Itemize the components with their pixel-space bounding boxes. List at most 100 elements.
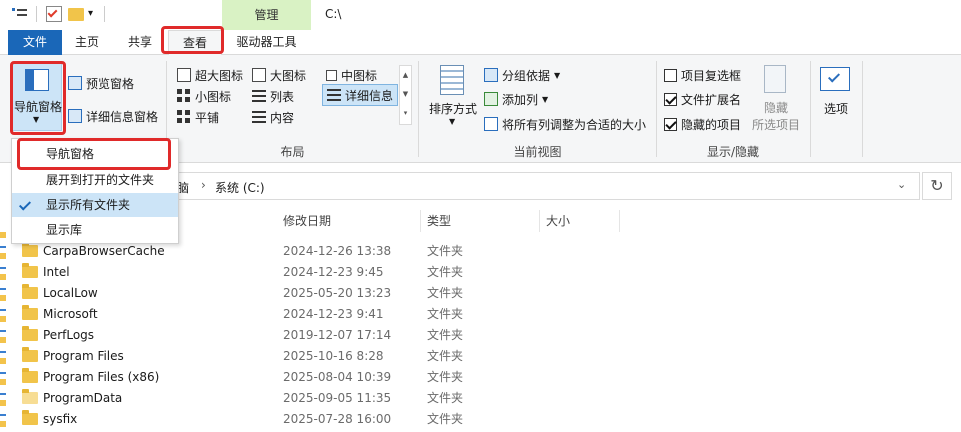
- layout-item-label: 内容: [270, 110, 295, 125]
- divider: [418, 61, 419, 157]
- layout-item-label: 小图标: [195, 89, 232, 104]
- column-header-size[interactable]: 大小: [540, 210, 620, 232]
- file-extensions-checkbox[interactable]: [664, 92, 677, 106]
- checklist-icon[interactable]: [46, 6, 62, 22]
- address-bar[interactable]: 脑 › 系统 (C:) ⌄: [170, 172, 920, 200]
- file-date: 2019-12-07 17:14: [283, 328, 392, 342]
- folder-icon: [22, 284, 38, 299]
- layout-item-label: 中图标: [341, 68, 378, 83]
- hide-selected-button[interactable]: 隐藏 所选项目: [748, 63, 804, 133]
- file-row[interactable]: Program Files 2025-10-16 8:28 文件夹: [18, 346, 638, 367]
- preview-pane-button[interactable]: 预览窗格: [68, 73, 134, 93]
- file-row[interactable]: Microsoft 2024-12-23 9:41 文件夹: [18, 304, 638, 325]
- separator-icon: [36, 6, 37, 22]
- fit-columns-icon: [484, 117, 498, 131]
- file-type: 文件夹: [427, 286, 464, 300]
- menu-item-expand-to-open-folder[interactable]: 展开到打开的文件夹: [12, 168, 178, 192]
- layout-tiles[interactable]: 平铺: [177, 107, 219, 127]
- options-label: 选项: [823, 102, 848, 116]
- file-row[interactable]: Program Files (x86) 2025-08-04 10:39 文件夹: [18, 367, 638, 388]
- breadcrumb-separator-icon[interactable]: ›: [201, 178, 206, 192]
- file-row[interactable]: PerfLogs 2019-12-07 17:14 文件夹: [18, 325, 638, 346]
- column-header-type[interactable]: 类型: [421, 210, 540, 232]
- nav-pane-button[interactable]: 导航窗格 ▼: [12, 63, 62, 131]
- breadcrumb-current[interactable]: 系统 (C:): [215, 179, 265, 196]
- tab-file[interactable]: 文件: [8, 30, 62, 55]
- preview-pane-label: 预览窗格: [86, 76, 135, 91]
- details-pane-button[interactable]: 详细信息窗格: [68, 106, 158, 126]
- file-row[interactable]: sysfix 2025-07-28 16:00 文件夹: [18, 409, 638, 430]
- layout-medium-icons[interactable]: 中图标: [326, 65, 377, 85]
- group-by-icon: [484, 68, 498, 82]
- file-name: sysfix: [43, 412, 78, 426]
- selected-items-label: 所选项目: [751, 118, 800, 132]
- tab-view[interactable]: 查看: [168, 30, 222, 56]
- layout-item-label: 列表: [270, 89, 295, 104]
- tab-drive-tools[interactable]: 驱动器工具: [222, 30, 311, 55]
- file-type: 文件夹: [427, 328, 464, 342]
- nav-pane-label: 导航窗格: [13, 100, 62, 114]
- layout-item-label: 超大图标: [195, 68, 244, 83]
- file-row[interactable]: Intel 2024-12-23 9:45 文件夹: [18, 262, 638, 283]
- fit-columns-button[interactable]: 将所有列调整为合适的大小: [484, 114, 646, 134]
- menu-item-nav-pane[interactable]: 导航窗格: [12, 142, 178, 166]
- medium-icons-icon: [326, 69, 337, 81]
- separator-icon: [104, 6, 105, 22]
- file-date: 2025-08-04 10:39: [283, 370, 392, 384]
- file-extensions-toggle[interactable]: 文件扩展名: [664, 89, 741, 109]
- file-date: 2024-12-23 9:45: [283, 265, 384, 279]
- folder-icon: [22, 368, 38, 383]
- file-row[interactable]: ProgramData 2025-09-05 11:35 文件夹: [18, 388, 638, 409]
- current-view-group-label: 当前视图: [513, 145, 562, 159]
- details-pane-label: 详细信息窗格: [86, 109, 159, 124]
- sort-by-button[interactable]: 排序方式 ▼: [426, 63, 480, 131]
- group-by-button[interactable]: 分组依据 ▼: [484, 65, 560, 85]
- refresh-button[interactable]: ↻: [922, 172, 952, 200]
- layout-large-icons[interactable]: 大图标: [252, 65, 306, 85]
- file-row[interactable]: LocalLow 2025-05-20 13:23 文件夹: [18, 283, 638, 304]
- file-row[interactable]: CarpaBrowserCache 2024-12-26 13:38 文件夹: [18, 241, 638, 262]
- tab-home[interactable]: 主页: [62, 30, 112, 55]
- layout-item-label: 大图标: [270, 68, 307, 83]
- file-date: 2025-05-20 13:23: [283, 286, 392, 300]
- layout-small-icons[interactable]: 小图标: [177, 86, 231, 106]
- layout-content[interactable]: 内容: [252, 107, 294, 127]
- address-history-dropdown-icon[interactable]: ⌄: [897, 178, 906, 191]
- file-type: 文件夹: [427, 349, 464, 363]
- file-name: Intel: [43, 265, 70, 279]
- layout-list[interactable]: 列表: [252, 86, 294, 106]
- file-date: 2025-07-28 16:00: [283, 412, 392, 426]
- hidden-items-toggle[interactable]: 隐藏的项目: [664, 114, 741, 134]
- layout-group-label: 布局: [280, 145, 305, 159]
- add-column-button[interactable]: 添加列 ▼: [484, 89, 548, 109]
- menu-item-show-libraries[interactable]: 显示库: [12, 218, 178, 242]
- item-checkboxes-checkbox[interactable]: [664, 68, 677, 82]
- file-date: 2024-12-23 9:41: [283, 307, 384, 321]
- chevron-down-icon: ▼: [449, 117, 456, 126]
- column-header-date[interactable]: 修改日期: [277, 210, 421, 232]
- nav-pane-icon: [25, 69, 49, 91]
- file-date: 2025-09-05 11:35: [283, 391, 392, 405]
- options-button[interactable]: 选项: [816, 63, 856, 123]
- manage-context-tab[interactable]: 管理: [222, 0, 311, 30]
- layout-extra-large-icons[interactable]: 超大图标: [177, 65, 243, 85]
- hidden-items-checkbox[interactable]: [664, 117, 677, 131]
- layout-details[interactable]: 详细信息: [322, 84, 399, 106]
- file-type: 文件夹: [427, 391, 464, 405]
- file-date: 2024-12-26 13:38: [283, 244, 392, 258]
- tab-share[interactable]: 共享: [112, 30, 168, 55]
- file-name: Program Files: [43, 349, 124, 363]
- file-type: 文件夹: [427, 244, 464, 258]
- folder-icon: [22, 305, 38, 320]
- new-folder-icon[interactable]: [68, 8, 84, 21]
- properties-icon[interactable]: [12, 6, 28, 22]
- menu-item-show-all-folders[interactable]: 显示所有文件夹: [12, 193, 178, 217]
- chevron-down-icon: ▼: [554, 70, 561, 80]
- nav-strip-fragment: [0, 232, 6, 432]
- nav-pane-menu: 导航窗格 展开到打开的文件夹 显示所有文件夹 显示库: [11, 138, 179, 244]
- customize-dropdown-icon[interactable]: ▾: [88, 6, 104, 22]
- title-bar: ▾: [0, 0, 961, 30]
- layout-gallery-scroll[interactable]: ▲ ▼ ▾: [399, 65, 412, 125]
- item-checkboxes-toggle[interactable]: 项目复选框: [664, 65, 741, 85]
- preview-pane-icon: [68, 76, 82, 90]
